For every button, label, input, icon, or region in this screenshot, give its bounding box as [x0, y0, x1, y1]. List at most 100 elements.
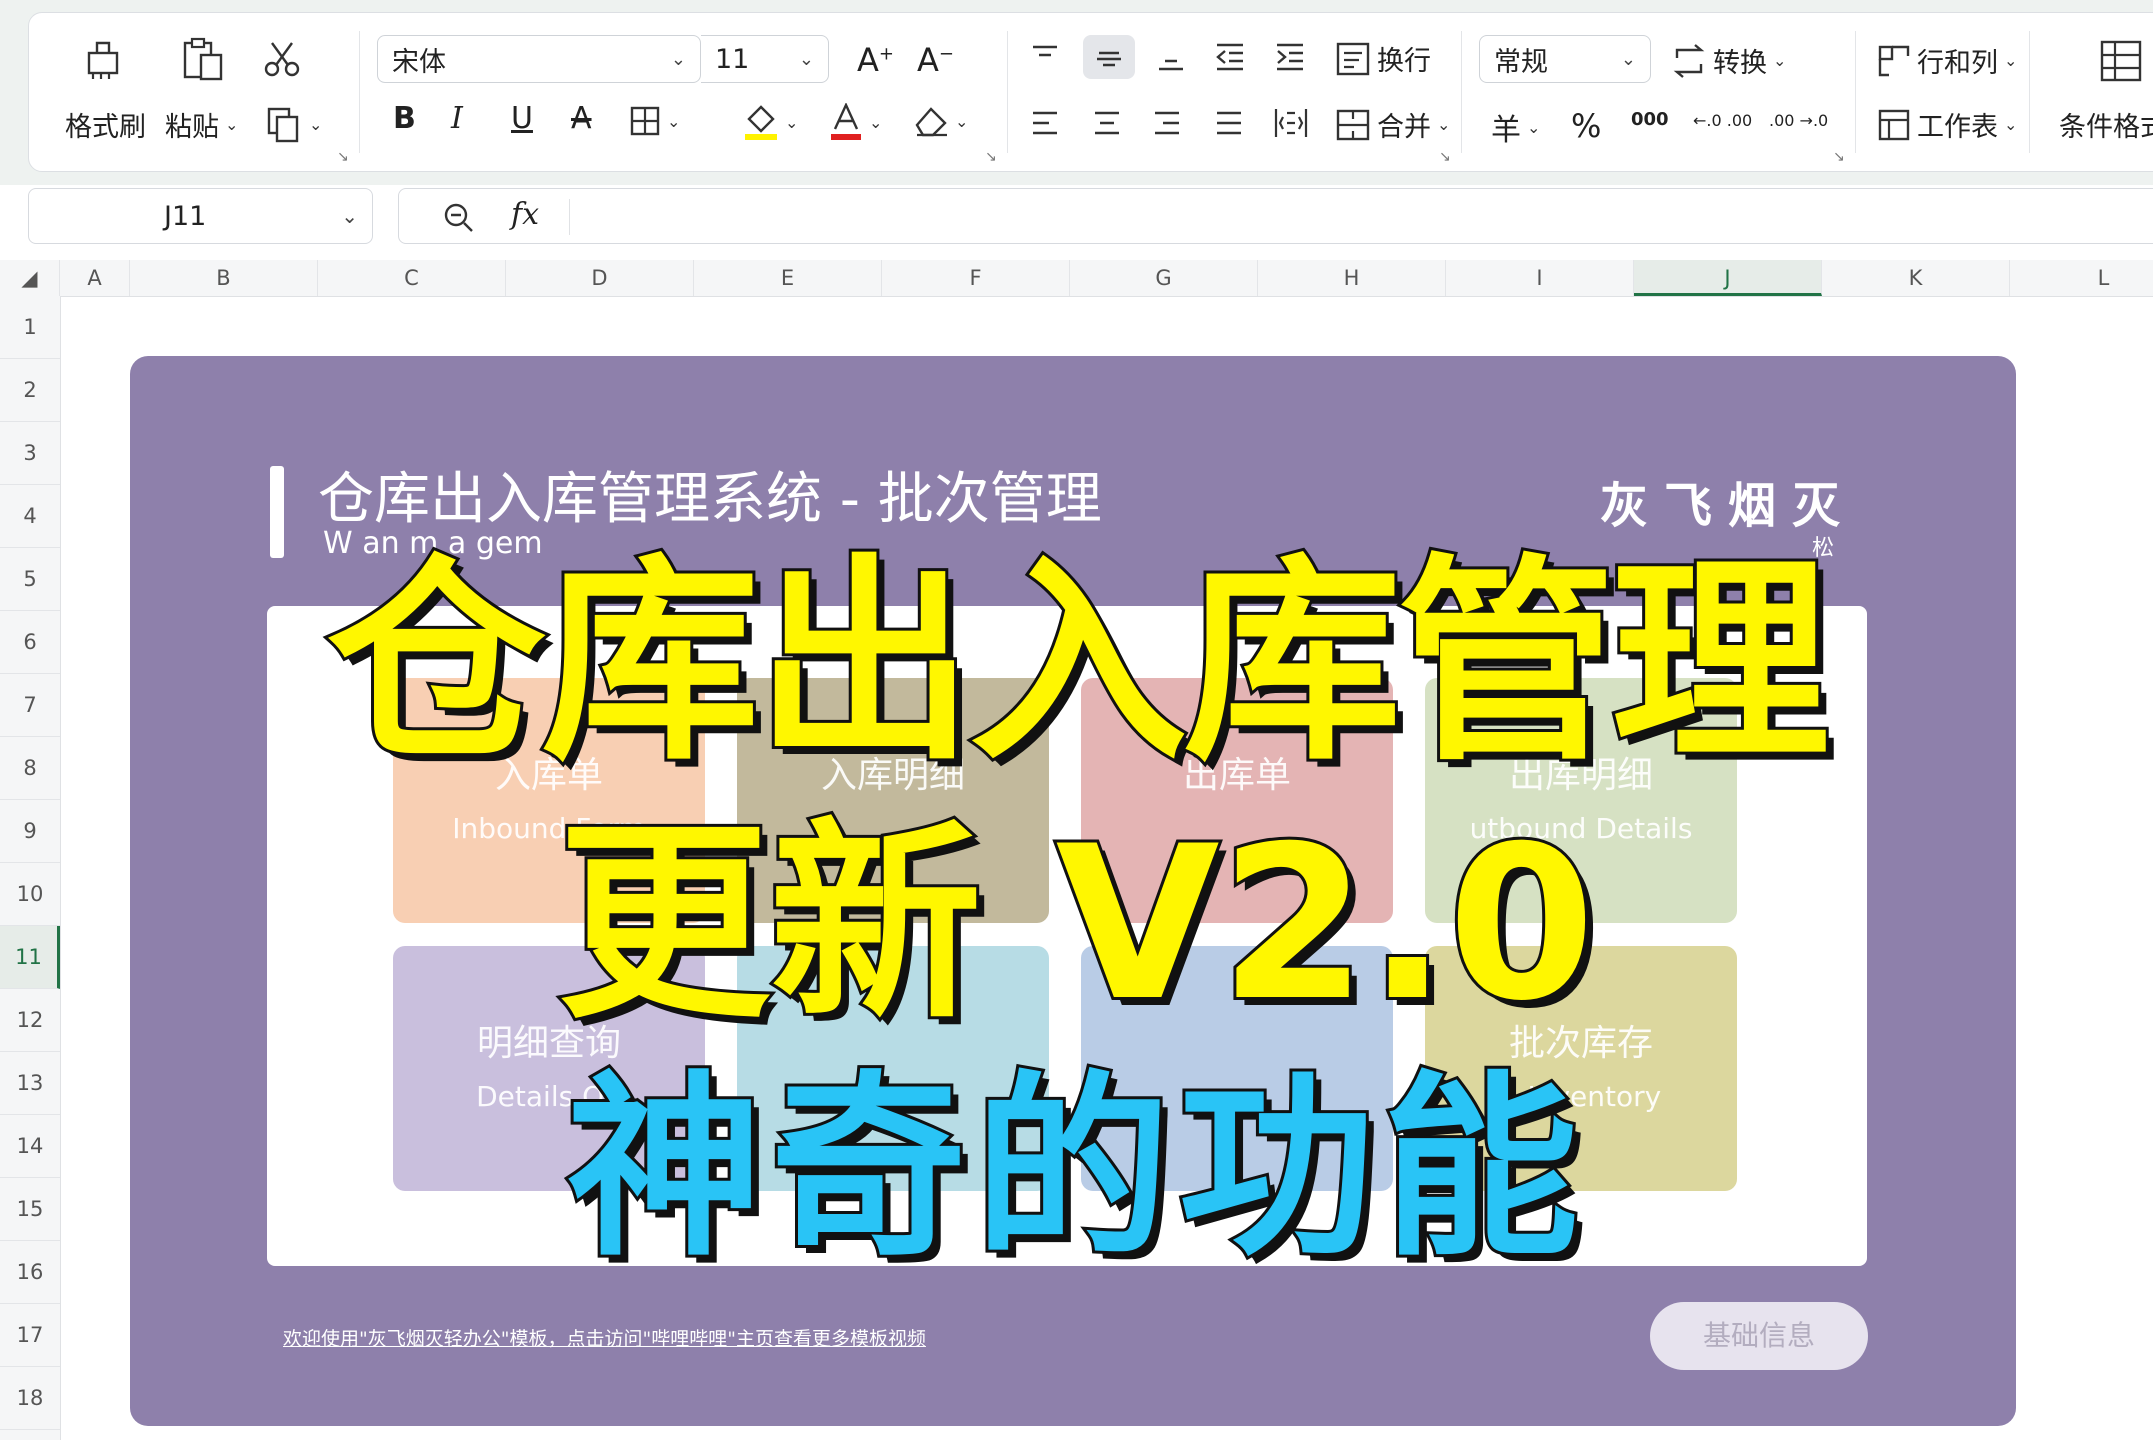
paste-dropdown[interactable]: 粘贴 ⌄	[165, 105, 238, 144]
bold-button[interactable]: B	[393, 101, 416, 136]
distributed-button[interactable]	[1273, 107, 1309, 139]
strikethrough-icon: A	[571, 101, 592, 136]
cut-button[interactable]	[262, 39, 302, 79]
column-header-c[interactable]: C	[318, 260, 506, 296]
format-painter-button[interactable]	[81, 35, 127, 81]
separator	[1855, 31, 1856, 153]
bold-icon: B	[393, 101, 416, 136]
font-name-value: 宋体	[392, 46, 446, 78]
align-bottom-button[interactable]	[1155, 41, 1187, 73]
increase-font-button[interactable]: A+	[857, 41, 894, 79]
zoom-icon[interactable]	[443, 202, 475, 234]
column-header-j[interactable]: J	[1634, 260, 1822, 296]
currency-dropdown[interactable]: 羊 ⌄	[1491, 105, 1540, 149]
row-header-18[interactable]: 18	[0, 1367, 60, 1430]
chevron-down-icon: ⌄	[670, 48, 686, 70]
footer-link[interactable]: 欢迎使用"灰飞烟灭轻办公"模板，点击访问"哔哩哔哩"主页查看更多模板视频	[283, 1324, 926, 1351]
column-header-h[interactable]: H	[1258, 260, 1446, 296]
convert-dropdown[interactable]: 转换 ⌄	[1671, 41, 1786, 80]
increase-font-icon: A+	[857, 41, 894, 79]
align-left-icon	[1033, 111, 1057, 135]
paste-label: 粘贴	[165, 112, 219, 143]
decrease-decimal-button[interactable]: .00 →.0	[1769, 111, 1828, 130]
paste-button[interactable]	[179, 35, 227, 83]
align-middle-button[interactable]	[1083, 35, 1135, 79]
separator	[1461, 31, 1462, 153]
select-all-button[interactable]: ◢	[0, 260, 60, 296]
column-header-k[interactable]: K	[1822, 260, 2010, 296]
increase-decimal-button[interactable]: ←.0 .00	[1693, 111, 1752, 130]
row-header-3[interactable]: 3	[0, 422, 60, 485]
separator	[359, 31, 360, 153]
thousands-button[interactable]: 000	[1631, 109, 1669, 130]
dialog-launcher-icon[interactable]: ↘	[1833, 149, 1845, 165]
wrap-icon	[1336, 42, 1370, 75]
clear-dropdown[interactable]: ⌄	[913, 105, 968, 137]
underline-button[interactable]: U	[511, 101, 533, 136]
dialog-launcher-icon[interactable]: ↘	[1439, 149, 1451, 165]
dialog-launcher-icon[interactable]: ↘	[985, 149, 997, 165]
dialog-launcher-icon[interactable]: ↘	[337, 149, 349, 165]
align-bottom-icon	[1159, 59, 1183, 71]
cut-icon	[264, 42, 300, 77]
align-center-button[interactable]	[1091, 107, 1123, 139]
merge-dropdown[interactable]: 合并 ⌄	[1335, 105, 1450, 144]
fx-icon[interactable]: fx	[511, 197, 539, 232]
column-header-a[interactable]: A	[60, 260, 130, 296]
border-dropdown[interactable]: ⌄	[629, 105, 680, 137]
column-header-l[interactable]: L	[2010, 260, 2153, 296]
name-box[interactable]: J11 ⌄	[28, 188, 373, 244]
formula-bar[interactable]: fx	[398, 188, 2153, 244]
copy-dropdown[interactable]: ⌄	[265, 105, 322, 143]
wrap-button[interactable]: 换行	[1335, 39, 1431, 78]
fill-color-dropdown[interactable]: ⌄	[743, 103, 798, 141]
row-header-2[interactable]: 2	[0, 359, 60, 422]
percent-icon: %	[1571, 107, 1602, 145]
increase-decimal-icon: ←.0 .00	[1693, 111, 1753, 130]
row-header-17[interactable]: 17	[0, 1304, 60, 1367]
chevron-down-icon: ⌄	[1437, 115, 1451, 134]
cell-reference: J11	[164, 200, 207, 232]
align-top-button[interactable]	[1029, 41, 1061, 73]
align-right-icon	[1155, 111, 1179, 135]
column-header-b[interactable]: B	[130, 260, 318, 296]
number-format-select[interactable]: 常规 ⌄	[1479, 35, 1651, 83]
indent-increase-button[interactable]	[1273, 41, 1307, 73]
column-header-d[interactable]: D	[506, 260, 694, 296]
strikethrough-button[interactable]: A	[571, 101, 592, 136]
indent-decrease-button[interactable]	[1213, 41, 1247, 73]
chevron-down-icon: ⌄	[2004, 115, 2018, 134]
chevron-down-icon: ⌄	[309, 114, 323, 134]
chevron-down-icon: ⌄	[341, 204, 358, 228]
basic-info-button[interactable]: 基础信息	[1650, 1302, 1868, 1370]
column-header-f[interactable]: F	[882, 260, 1070, 296]
percent-button[interactable]: %	[1571, 107, 1601, 145]
font-size-select[interactable]: 11 ⌄	[701, 35, 829, 83]
worksheet-label: 工作表	[1917, 112, 1998, 143]
separator	[1007, 31, 1008, 153]
italic-button[interactable]: I	[451, 101, 463, 136]
rows-cols-icon	[1878, 45, 1910, 76]
font-color-dropdown[interactable]: ⌄	[829, 103, 882, 141]
chevron-down-icon: ⌄	[1527, 117, 1541, 137]
justify-button[interactable]	[1213, 107, 1245, 139]
worksheet-dropdown[interactable]: 工作表 ⌄	[1877, 105, 2017, 144]
rows-cols-dropdown[interactable]: 行和列 ⌄	[1877, 41, 2017, 80]
border-icon	[630, 106, 660, 136]
distributed-icon	[1274, 109, 1308, 137]
align-left-button[interactable]	[1029, 107, 1061, 139]
decrease-font-button[interactable]: A−	[917, 41, 954, 79]
wrap-label: 换行	[1377, 46, 1431, 77]
convert-label: 转换	[1713, 48, 1767, 79]
column-header-g[interactable]: G	[1070, 260, 1258, 296]
row-header-1[interactable]: 1	[0, 296, 60, 359]
conditional-format-icon	[2100, 40, 2142, 82]
font-name-select[interactable]: 宋体 ⌄	[377, 35, 701, 83]
column-header-i[interactable]: I	[1446, 260, 1634, 296]
column-header-e[interactable]: E	[694, 260, 882, 296]
convert-icon	[1673, 43, 1705, 78]
headline-tagline: 神奇的功能	[563, 1052, 1587, 1286]
align-right-button[interactable]	[1151, 107, 1183, 139]
worksheet-icon	[1878, 109, 1910, 140]
conditional-format-button[interactable]	[2099, 39, 2143, 83]
